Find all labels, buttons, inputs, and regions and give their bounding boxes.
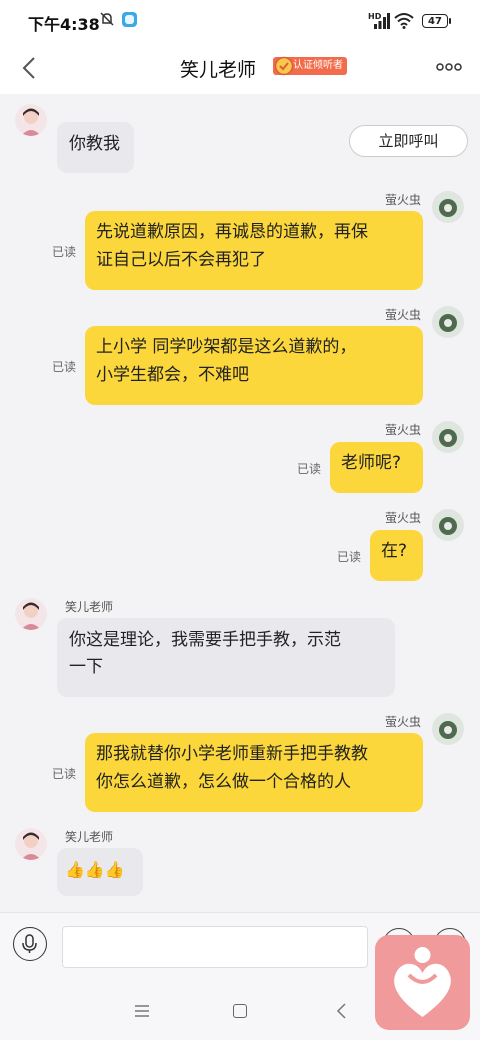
message-emoji: 👍👍👍 [65, 860, 125, 879]
read-status: 已读 [52, 245, 77, 259]
chevron-left-icon[interactable] [16, 54, 44, 82]
heart-person-icon[interactable] [375, 935, 470, 1030]
message-line: 你怎么道歉，怎么做一个合格的人 [96, 772, 351, 792]
verified-seal-icon [274, 56, 294, 76]
back-icon[interactable] [334, 1002, 348, 1020]
message-line: 一下 [69, 657, 103, 677]
user-avatar[interactable] [432, 713, 464, 745]
user-avatar[interactable] [432, 191, 464, 223]
message-bubble: 上小学 同学吵架都是这么道歉的， 小学生都会，不难吧 [85, 326, 423, 405]
more-dots-icon[interactable] [436, 62, 462, 72]
sender-name: 笑儿老师 [65, 600, 114, 614]
read-status: 已读 [337, 550, 362, 564]
recent-apps-icon[interactable] [134, 1004, 150, 1018]
teacher-avatar[interactable] [15, 104, 47, 136]
message-bubble: 在? [370, 530, 423, 581]
read-status: 已读 [52, 360, 77, 374]
chat-header: 笑儿老师 认证倾听者 [0, 42, 480, 94]
message-line: 你这是理论，我需要手把手教，示范 [69, 630, 341, 650]
read-status: 已读 [52, 767, 77, 781]
message-bubble: 你教我 [57, 122, 134, 173]
notifications-muted-icon [100, 12, 114, 26]
message-bubble: 先说道歉原因，再诚恳的道歉，再保 证自己以后不会再犯了 [85, 211, 423, 290]
user-avatar[interactable] [432, 421, 464, 453]
message-line: 上小学 同学吵架都是这么道歉的， [96, 337, 357, 357]
sender-name: 笑儿老师 [65, 830, 114, 844]
signal-icon [374, 13, 390, 29]
header-divider [0, 94, 480, 104]
home-icon[interactable] [233, 1004, 247, 1018]
sender-name: 萤火虫 [385, 423, 422, 437]
user-avatar[interactable] [432, 509, 464, 541]
teacher-avatar[interactable] [15, 598, 47, 630]
teacher-avatar[interactable] [15, 828, 47, 860]
status-time: 下午4:38 [28, 15, 100, 34]
wifi-icon [394, 13, 414, 29]
sender-name: 萤火虫 [385, 715, 422, 729]
message-text: 你教我 [69, 134, 120, 154]
sender-name: 萤火虫 [385, 193, 422, 207]
message-line: 先说道歉原因，再诚恳的道歉，再保 [96, 222, 368, 242]
app-notification-icon [122, 12, 137, 27]
message-bubble: 老师呢? [330, 442, 423, 493]
message-input[interactable] [62, 926, 368, 968]
user-avatar[interactable] [432, 306, 464, 338]
message-bubble: 👍👍👍 [57, 848, 143, 896]
message-line: 证自己以后不会再犯了 [96, 250, 266, 270]
microphone-icon[interactable] [13, 927, 47, 961]
message-line: 小学生都会，不难吧 [96, 365, 249, 385]
badge-label: 认证倾听者 [293, 60, 343, 71]
message-text: 在? [381, 541, 408, 561]
sender-name: 萤火虫 [385, 511, 422, 525]
verified-listener-badge: 认证倾听者 [273, 56, 347, 76]
call-now-button[interactable]: 立即呼叫 [349, 125, 468, 157]
read-status: 已读 [297, 462, 322, 476]
message-bubble: 你这是理论，我需要手把手教，示范 一下 [57, 618, 395, 697]
status-bar: 下午4:38 HD 47 [0, 0, 480, 42]
message-line: 那我就替你小学老师重新手把手教教 [96, 744, 368, 764]
chat-title: 笑儿老师 [180, 59, 257, 81]
message-bubble: 那我就替你小学老师重新手把手教教 你怎么道歉，怎么做一个合格的人 [85, 733, 423, 812]
message-text: 老师呢? [341, 453, 402, 473]
sender-name: 萤火虫 [385, 308, 422, 322]
battery-indicator: 47 [422, 14, 451, 28]
